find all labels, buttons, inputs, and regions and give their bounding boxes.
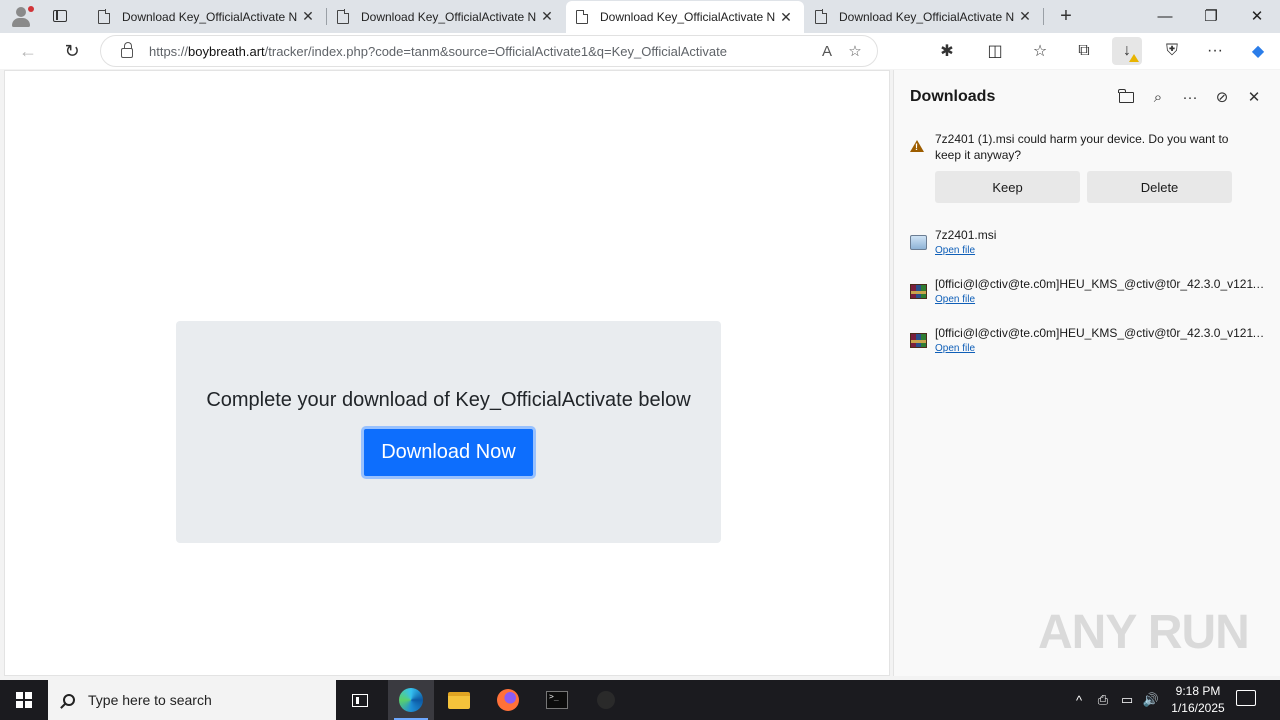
window-close-button[interactable]: ✕ bbox=[1234, 0, 1280, 32]
download-card: Complete your download of Key_OfficialAc… bbox=[176, 321, 721, 543]
firefox-button[interactable] bbox=[485, 680, 531, 720]
more-options-icon[interactable]: ··· bbox=[1179, 86, 1201, 108]
back-button[interactable]: ← bbox=[14, 37, 42, 65]
warning-badge-icon bbox=[1129, 54, 1139, 62]
warning-icon bbox=[910, 140, 924, 152]
extensions-icon[interactable]: ✱ bbox=[932, 37, 962, 65]
tab-1[interactable]: Download Key_OfficialActivate N ✕ bbox=[88, 0, 326, 33]
tab-close-icon[interactable]: ✕ bbox=[778, 9, 794, 26]
clock[interactable]: 9:18 PM 1/16/2025 bbox=[1160, 683, 1236, 717]
open-file-link[interactable]: Open file bbox=[935, 343, 975, 354]
web-page: Complete your download of Key_OfficialAc… bbox=[4, 70, 890, 676]
copilot-icon[interactable]: ◆ bbox=[1243, 37, 1273, 65]
file-explorer-button[interactable] bbox=[436, 680, 482, 720]
open-file-link[interactable]: Open file bbox=[935, 245, 975, 256]
file-name[interactable]: 7z2401.msi bbox=[935, 228, 1270, 242]
folder-icon bbox=[448, 691, 470, 709]
settings-more-icon[interactable]: ··· bbox=[1200, 37, 1230, 65]
close-panel-icon[interactable]: ✕ bbox=[1243, 86, 1265, 108]
windows-logo-icon bbox=[16, 692, 32, 708]
search-downloads-icon[interactable]: ⌕ bbox=[1147, 86, 1169, 108]
profile-icon[interactable] bbox=[8, 6, 34, 28]
unpin-icon[interactable]: ⊘ bbox=[1211, 86, 1233, 108]
tab-3-active[interactable]: Download Key_OfficialActivate N ✕ bbox=[566, 1, 804, 33]
split-screen-icon[interactable]: ◫ bbox=[980, 37, 1010, 65]
app-icon bbox=[597, 691, 615, 709]
tab-4[interactable]: Download Key_OfficialActivate N ✕ bbox=[805, 0, 1043, 33]
tab-close-icon[interactable]: ✕ bbox=[300, 8, 316, 25]
tab-actions-icon[interactable] bbox=[50, 7, 70, 25]
taskbar: Type here to search >_ ^ ⎙ ▭ 🔊 9:18 PM 1… bbox=[0, 680, 1280, 720]
new-tab-button[interactable]: + bbox=[1056, 5, 1076, 27]
favorites-icon[interactable]: ☆ bbox=[1025, 37, 1055, 65]
page-icon bbox=[337, 9, 350, 24]
page-icon bbox=[815, 9, 828, 24]
clock-time: 9:18 PM bbox=[1175, 684, 1221, 698]
keep-button[interactable]: Keep bbox=[935, 171, 1080, 203]
terminal-button[interactable]: >_ bbox=[534, 680, 580, 720]
page-icon bbox=[98, 9, 111, 24]
open-folder-icon[interactable] bbox=[1115, 86, 1137, 108]
msi-file-icon bbox=[910, 235, 927, 250]
archive-file-icon bbox=[910, 333, 927, 348]
refresh-button[interactable]: ↻ bbox=[58, 37, 86, 65]
open-file-link[interactable]: Open file bbox=[935, 294, 975, 305]
lock-icon[interactable] bbox=[121, 42, 133, 58]
edge-icon bbox=[399, 688, 423, 712]
anyrun-watermark: ANY RUN bbox=[1038, 606, 1250, 659]
favorite-star-icon[interactable]: ☆ bbox=[841, 42, 869, 60]
show-hidden-icons-chevron[interactable]: ^ bbox=[1068, 680, 1090, 720]
downloads-title: Downloads bbox=[910, 88, 996, 105]
volume-icon[interactable]: 🔊 bbox=[1140, 680, 1162, 720]
browser-essentials-icon[interactable]: ⛨ bbox=[1157, 37, 1187, 65]
delete-button[interactable]: Delete bbox=[1087, 171, 1232, 203]
file-name[interactable]: [0ffici@l@ctiv@te.c0m]HEU_KMS_@ctiv@t0r_… bbox=[935, 326, 1270, 340]
tab-title: Download Key_OfficialActivate N bbox=[600, 10, 776, 24]
tab-close-icon[interactable]: ✕ bbox=[1017, 8, 1033, 25]
download-item[interactable]: [0ffici@l@ctiv@te.c0m]HEU_KMS_@ctiv@t0r_… bbox=[910, 277, 1270, 313]
tab-title: Download Key_OfficialActivate N bbox=[122, 9, 298, 24]
downloads-button[interactable]: ↓ bbox=[1112, 37, 1142, 65]
download-item[interactable]: 7z2401.msi Open file bbox=[910, 228, 1270, 264]
downloads-panel: Downloads ⌕ ··· ⊘ ✕ 7z2401 (1).msi could… bbox=[893, 70, 1280, 676]
archive-file-icon bbox=[910, 284, 927, 299]
collections-icon[interactable]: ⧉ bbox=[1069, 37, 1099, 65]
read-aloud-icon[interactable]: A bbox=[813, 43, 841, 60]
page-icon bbox=[576, 9, 589, 24]
app-button[interactable] bbox=[583, 680, 629, 720]
terminal-icon: >_ bbox=[546, 691, 568, 709]
download-item[interactable]: [0ffici@l@ctiv@te.c0m]HEU_KMS_@ctiv@t0r_… bbox=[910, 326, 1270, 362]
file-name[interactable]: [0ffici@l@ctiv@te.c0m]HEU_KMS_@ctiv@t0r_… bbox=[935, 277, 1270, 291]
search-icon bbox=[63, 694, 75, 706]
address-toolbar: ← ↻ https://boybreath.art/tracker/index.… bbox=[0, 33, 1280, 69]
restore-button[interactable]: ❐ bbox=[1188, 0, 1234, 32]
network-icon[interactable]: ▭ bbox=[1116, 680, 1138, 720]
clock-date: 1/16/2025 bbox=[1171, 701, 1225, 715]
task-view-icon bbox=[352, 693, 368, 707]
warning-message: 7z2401 (1).msi could harm your device. D… bbox=[935, 132, 1229, 162]
tab-close-icon[interactable]: ✕ bbox=[539, 8, 555, 25]
device-icon[interactable]: ⎙ bbox=[1092, 680, 1114, 720]
notification-icon[interactable] bbox=[1236, 690, 1256, 706]
start-button[interactable] bbox=[0, 680, 48, 720]
taskbar-search-box[interactable]: Type here to search bbox=[48, 680, 336, 720]
tab-title: Download Key_OfficialActivate N bbox=[361, 9, 537, 24]
url-text[interactable]: https://boybreath.art/tracker/index.php?… bbox=[149, 44, 813, 59]
edge-taskbar-button[interactable] bbox=[388, 680, 434, 720]
address-bar[interactable]: https://boybreath.art/tracker/index.php?… bbox=[100, 35, 878, 67]
tab-strip: Download Key_OfficialActivate N ✕ Downlo… bbox=[0, 0, 1280, 33]
download-message: Complete your download of Key_OfficialAc… bbox=[206, 389, 691, 411]
task-view-button[interactable] bbox=[337, 680, 383, 720]
search-placeholder: Type here to search bbox=[88, 692, 212, 708]
tab-2[interactable]: Download Key_OfficialActivate N ✕ bbox=[327, 0, 565, 33]
download-now-button[interactable]: Download Now bbox=[361, 426, 536, 479]
tab-title: Download Key_OfficialActivate N bbox=[839, 9, 1015, 24]
minimize-button[interactable]: — bbox=[1142, 0, 1188, 32]
firefox-icon bbox=[497, 689, 519, 711]
